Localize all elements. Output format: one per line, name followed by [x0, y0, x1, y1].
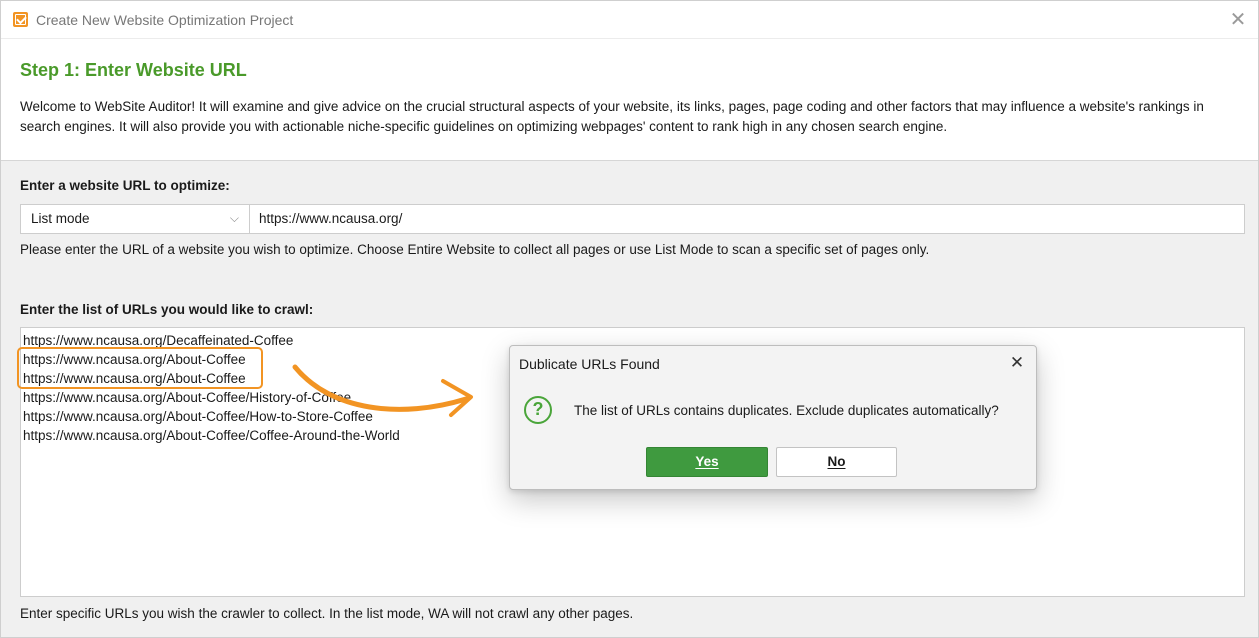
url-hint: Please enter the URL of a website you wi… — [20, 242, 930, 257]
url-list-label: Enter the list of URLs you would like to… — [20, 302, 314, 317]
intro-panel: Step 1: Enter Website URL Welcome to Web… — [1, 39, 1258, 161]
yes-button[interactable]: Yes — [646, 447, 768, 477]
window-close-icon[interactable]: ✕ — [1226, 8, 1250, 32]
title-bar: Create New Website Optimization Project … — [1, 1, 1258, 39]
step-title: Step 1: Enter Website URL — [20, 60, 247, 80]
website-url-input[interactable]: https://www.ncausa.org/ — [250, 204, 1245, 234]
step-description: Welcome to WebSite Auditor! It will exam… — [20, 99, 1204, 134]
question-icon: ? — [524, 396, 552, 424]
dialog-close-icon[interactable]: ✕ — [1006, 352, 1028, 374]
crawl-mode-value: List mode — [31, 211, 90, 226]
dialog-message: The list of URLs contains duplicates. Ex… — [574, 403, 999, 418]
url-list-hint: Enter specific URLs you wish the crawler… — [20, 606, 634, 621]
callout-arrow-icon — [292, 364, 473, 417]
crawl-mode-select[interactable]: List mode ⌵ — [20, 204, 250, 234]
no-button[interactable]: No — [776, 447, 897, 477]
duplicate-highlight-frame — [17, 347, 263, 389]
duplicate-urls-dialog: Dublicate URLs Found ✕ ? The list of URL… — [509, 345, 1037, 490]
project-wizard-window: Create New Website Optimization Project … — [0, 0, 1259, 638]
list-item: https://www.ncausa.org/Decaffeinated-Cof… — [23, 333, 294, 348]
dialog-title: Dublicate URLs Found — [519, 356, 660, 372]
app-logo-icon — [13, 12, 28, 27]
chevron-down-icon: ⌵ — [229, 211, 239, 225]
window-title: Create New Website Optimization Project — [36, 12, 294, 28]
url-section-label: Enter a website URL to optimize: — [20, 178, 230, 193]
